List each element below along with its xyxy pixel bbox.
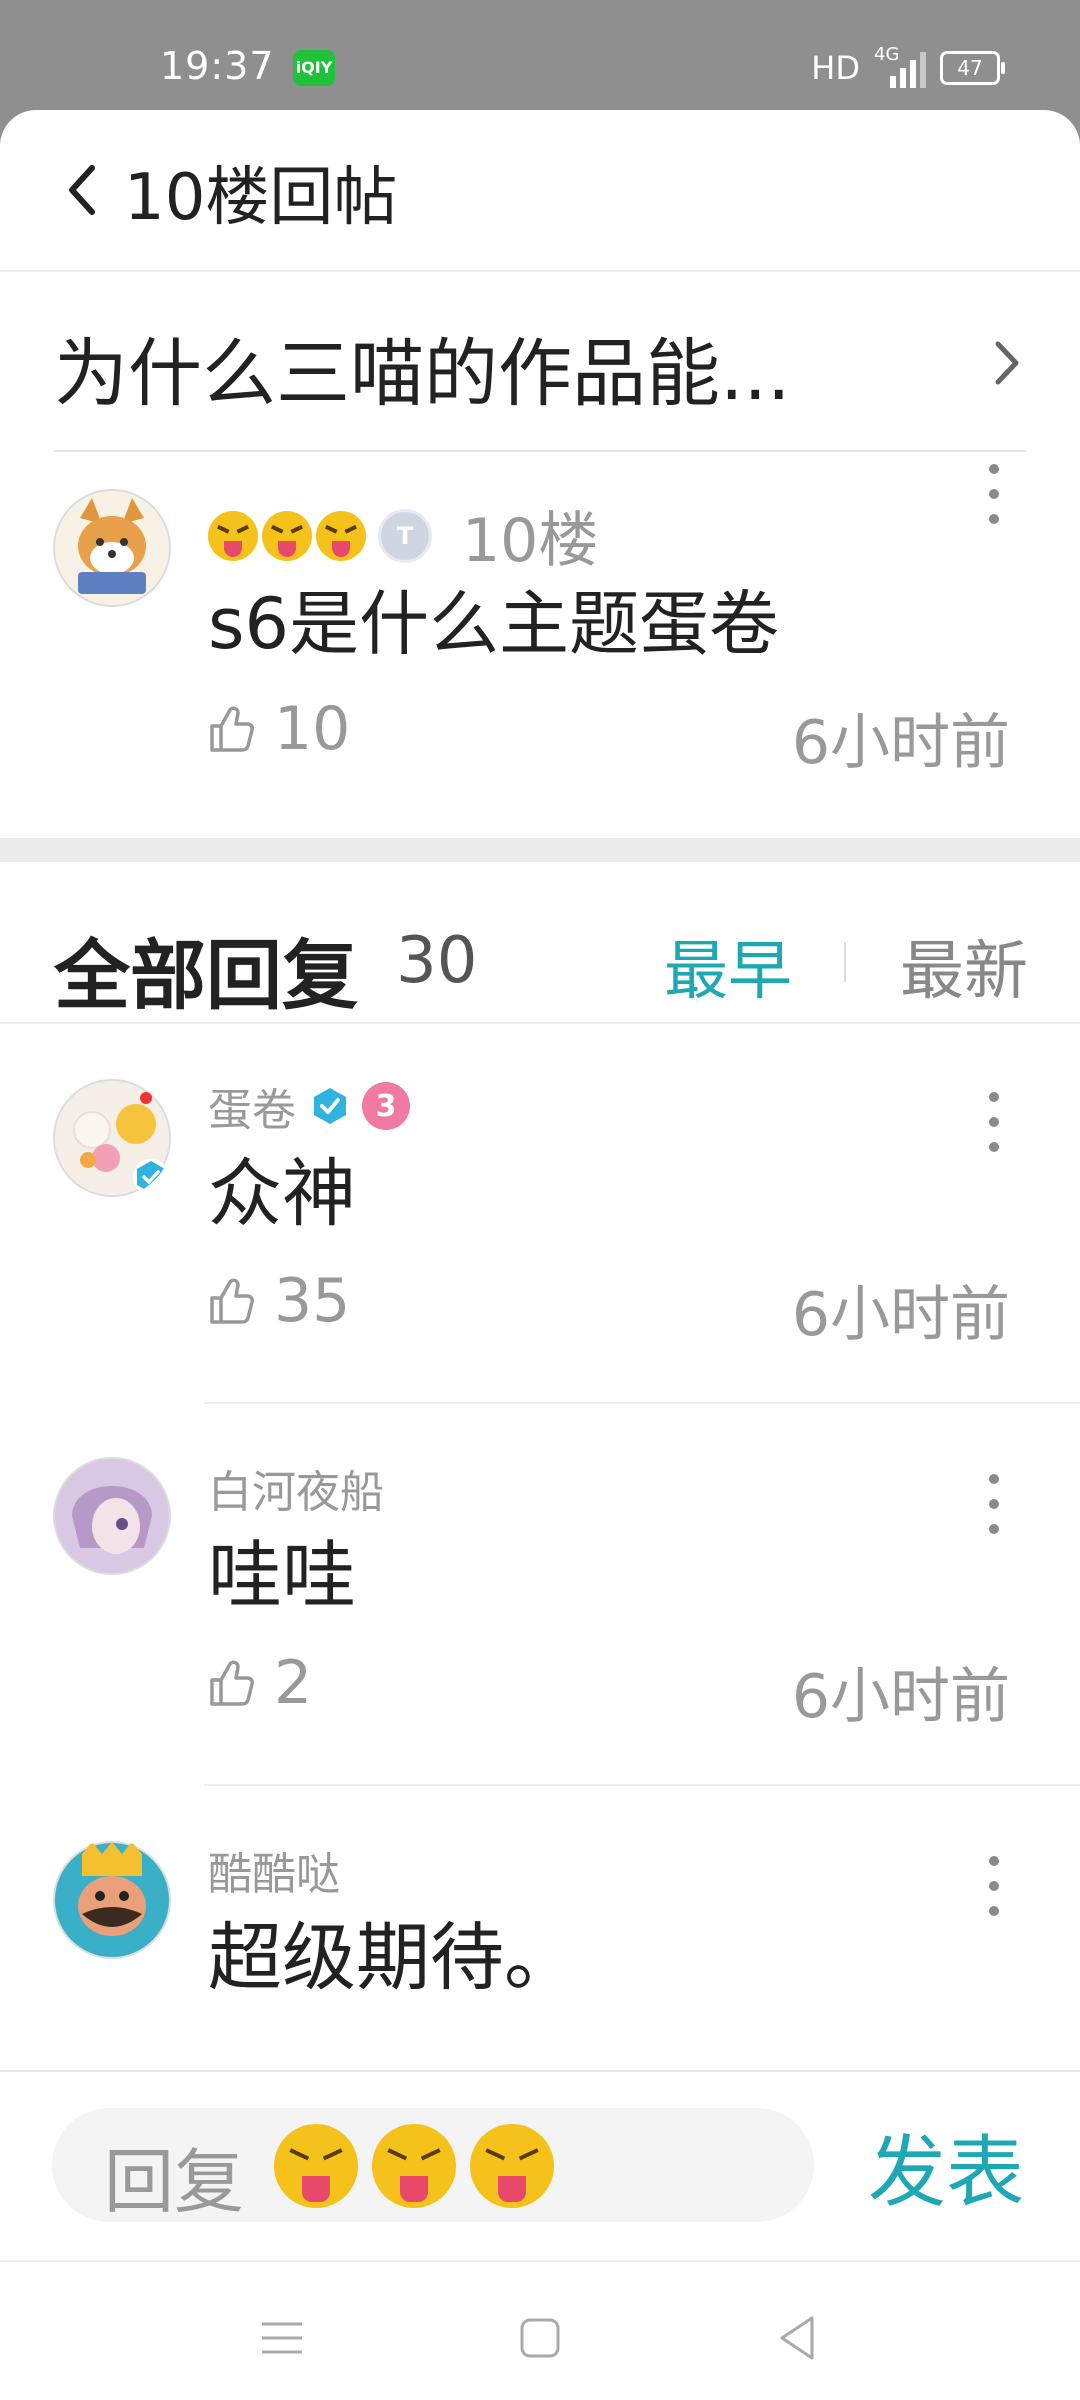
post-title: 为什么三喵的作品能... — [54, 331, 791, 417]
back-triangle-icon[interactable] — [768, 2308, 828, 2368]
level-badge: T — [378, 508, 432, 563]
like-count: 2 — [274, 1648, 313, 1718]
verified-badge-icon — [133, 1159, 169, 1195]
system-nav-bar — [0, 2260, 1080, 2400]
timestamp: 6小时前 — [791, 1662, 1010, 1732]
rank-badge: 3 — [362, 1082, 410, 1130]
hd-indicator: HD — [811, 49, 860, 87]
sort-latest-tab[interactable]: 最新 — [900, 920, 1028, 1012]
reply-author-name: 蛋卷 — [208, 1085, 296, 1136]
laughing-emoji-icon — [316, 510, 366, 561]
original-post-link[interactable]: 为什么三喵的作品能... — [54, 272, 1026, 452]
replies-header: 全部回复 30 最早 最新 — [0, 862, 1080, 1024]
signal-icon: 4G — [874, 44, 926, 88]
reply-item: 白河夜船 哇哇 2 6小时前 — [0, 1404, 1080, 1786]
avatar[interactable] — [52, 488, 172, 608]
laughing-emoji-icon — [372, 2124, 456, 2208]
sort-earliest-tab[interactable]: 最早 — [664, 920, 792, 1012]
like-button[interactable]: 35 — [208, 1266, 350, 1336]
laughing-emoji-icon — [208, 510, 258, 561]
more-options-button[interactable] — [984, 1474, 1004, 1534]
avatar[interactable] — [52, 1840, 172, 1960]
floor-label: 10楼 — [462, 506, 599, 576]
shiba-avatar-icon — [53, 489, 171, 607]
floor-content: s6是什么主题蛋卷 — [208, 583, 780, 665]
timestamp: 6小时前 — [791, 1280, 1010, 1350]
like-count: 35 — [274, 1266, 351, 1336]
status-time: 19:37 — [160, 44, 275, 88]
thumbs-up-icon — [210, 1660, 254, 1706]
reply-item: 酷酷哒 超级期待。 — [0, 1786, 1080, 2086]
sort-separator — [844, 942, 846, 982]
page-title: 10楼回帖 — [124, 161, 398, 235]
king-avatar-icon — [53, 1841, 171, 1959]
battery-level: 47 — [957, 56, 983, 80]
reply-input-placeholder: 回复 — [104, 2141, 244, 2223]
iqiyi-app-icon: iQIY — [293, 50, 335, 86]
thumbs-up-icon — [210, 1278, 254, 1324]
verified-icon — [314, 1088, 346, 1124]
anime-avatar-icon — [53, 1457, 171, 1575]
reply-author-name: 白河夜船 — [208, 1467, 384, 1518]
reply-sheet: 10楼回帖 为什么三喵的作品能... T 10楼 s6是什么主题蛋卷 10 6小… — [0, 110, 1080, 2400]
header: 10楼回帖 — [0, 110, 1080, 272]
like-count: 10 — [274, 694, 351, 764]
avatar[interactable] — [52, 1078, 172, 1198]
laughing-emoji-icon — [470, 2124, 554, 2208]
status-bar: 19:37 iQIY HD 4G 47 — [0, 0, 1080, 110]
reply-author: 蛋卷 3 — [208, 1074, 410, 1138]
reply-content: 超级期待。 — [208, 1915, 578, 2001]
reply-content: 哇哇 — [208, 1533, 356, 1619]
reply-item: 蛋卷 3 众神 35 6小时前 — [0, 1022, 1080, 1404]
reply-author-name: 酷酷哒 — [208, 1849, 340, 1900]
avatar[interactable] — [52, 1456, 172, 1576]
back-button[interactable] — [64, 160, 104, 220]
like-button[interactable]: 2 — [208, 1648, 312, 1718]
reply-input[interactable]: 回复 — [52, 2108, 814, 2223]
replies-count: 30 — [396, 924, 478, 998]
like-button[interactable]: 10 — [208, 694, 350, 764]
input-emojis — [274, 2124, 558, 2208]
more-options-button[interactable] — [984, 1856, 1004, 1916]
section-divider — [0, 838, 1080, 862]
more-options-button[interactable] — [984, 464, 1004, 524]
home-icon[interactable] — [510, 2308, 570, 2368]
battery-icon: 47 — [940, 51, 1005, 85]
more-options-button[interactable] — [984, 1092, 1004, 1152]
reply-author: 白河夜船 — [208, 1456, 384, 1520]
replies-title: 全部回复 — [54, 931, 358, 1020]
menu-icon[interactable] — [252, 2308, 312, 2368]
timestamp: 6小时前 — [791, 708, 1010, 778]
laughing-emoji-icon — [274, 2124, 358, 2208]
reply-content: 众神 — [208, 1151, 356, 1237]
reply-input-bar: 回复 发表 — [0, 2070, 1080, 2260]
status-indicators: HD 4G 47 — [811, 44, 1005, 88]
chevron-left-icon — [69, 165, 95, 215]
chevron-right-icon — [995, 341, 1019, 385]
thumbs-up-icon — [210, 706, 254, 752]
laughing-emoji-icon — [262, 510, 312, 561]
network-type: 4G — [874, 44, 900, 65]
floor-meta: T 10楼 — [208, 492, 598, 579]
reply-author: 酷酷哒 — [208, 1838, 340, 1902]
submit-button[interactable]: 发表 — [868, 2110, 1024, 2222]
